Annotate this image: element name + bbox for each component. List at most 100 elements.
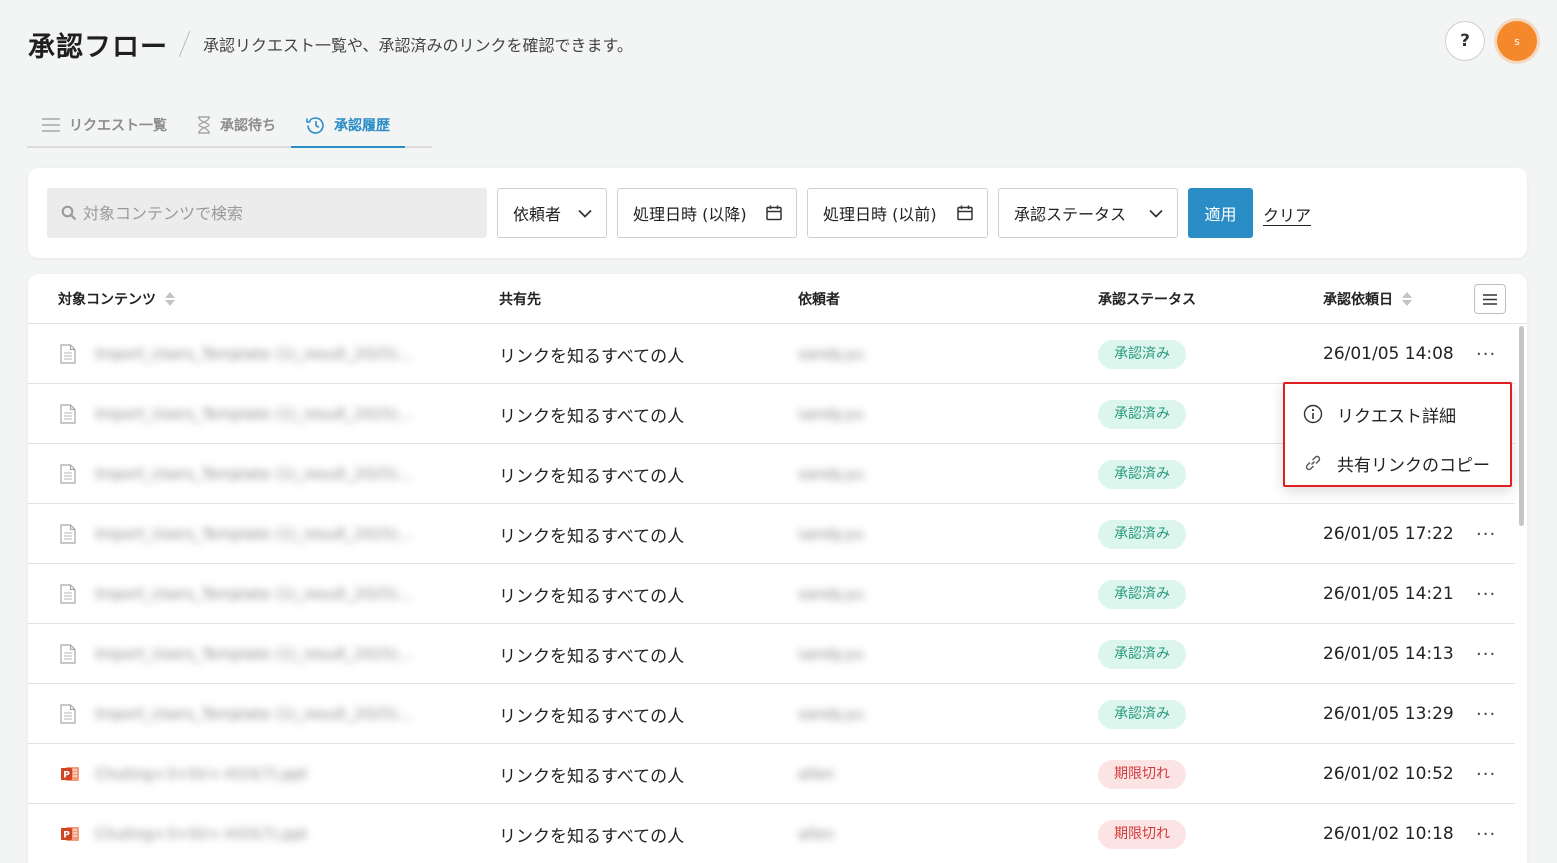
requested-date: 26/01/02 10:52 (1323, 764, 1454, 784)
table-row[interactable]: P Chuting+3+SV+-H33(7).ppt リンクを知るすべての人 alle… (28, 744, 1515, 804)
calendar-icon (957, 205, 973, 221)
column-header-label: 依頼者 (798, 292, 840, 308)
history-icon (306, 117, 324, 134)
table-row[interactable]: Import_Users_Template (1)_result_2025)… リ… (28, 504, 1515, 564)
page-subtitle: 承認リクエスト一覧や、承認済みのリンクを確認できます。 (203, 36, 633, 55)
requested-date: 26/01/02 10:18 (1323, 824, 1454, 844)
share-target: リンクを知るすべての人 (499, 346, 685, 367)
requested-date: 26/01/05 14:21 (1323, 584, 1454, 604)
status-cell: 承認済み (1098, 384, 1186, 444)
status-badge: 承認済み (1098, 639, 1186, 669)
apply-button[interactable]: 適用 (1188, 188, 1253, 238)
table-row[interactable]: Import_Users_Template (1)_result_2025)… リ… (28, 684, 1515, 744)
tab-label: リクエスト一覧 (69, 118, 167, 134)
share-target: リンクを知るすべての人 (499, 466, 685, 487)
avatar[interactable]: s (1497, 21, 1537, 61)
share-target: リンクを知るすべての人 (499, 646, 685, 667)
more-actions-button[interactable]: ··· (1476, 804, 1496, 863)
sort-icon[interactable] (1401, 291, 1413, 307)
powerpoint-file-icon: P (60, 764, 80, 788)
date-after-label: 処理日時 (以降) (633, 205, 747, 224)
more-actions-button[interactable]: ··· (1476, 684, 1496, 744)
column-header-content[interactable]: 対象コンテンツ (58, 274, 176, 324)
more-actions-button[interactable]: ··· (1476, 564, 1496, 624)
date-before-label: 処理日時 (以前) (823, 205, 937, 224)
hourglass-icon (198, 116, 210, 134)
content-name[interactable]: Import_Users_Template (1)_result_2025)… (95, 444, 413, 504)
requester-name: sandy.yu (798, 705, 864, 723)
tab-request-list[interactable]: リクエスト一覧 (27, 104, 182, 146)
table-row[interactable]: Import_Users_Template (1)_result_2025)… リ… (28, 324, 1515, 384)
calendar-icon (766, 205, 782, 221)
requester-name: sandy.yu (798, 345, 864, 363)
document-file-icon (60, 464, 76, 488)
more-actions-button[interactable]: ··· (1476, 744, 1496, 804)
content-name[interactable]: Import_Users_Template (1)_result_2025)… (95, 504, 413, 564)
content-name[interactable]: Chuting+3+SV+-H33(7).ppt (95, 804, 307, 863)
filter-panel: 依頼者 処理日時 (以降) 処理日時 (以前) 承認ステータス 適用 クリア (28, 168, 1527, 258)
requester-name: sandy.yu (798, 465, 864, 483)
status-cell: 承認済み (1098, 504, 1186, 564)
column-header-requested-date[interactable]: 承認依頼日 (1323, 274, 1413, 324)
status-cell: 期限切れ (1098, 804, 1186, 863)
tab-approval-history[interactable]: 承認履歴 (291, 104, 405, 148)
requester-filter-label: 依頼者 (513, 205, 562, 224)
date-before-filter[interactable]: 処理日時 (以前) (807, 188, 988, 238)
status-badge: 期限切れ (1098, 819, 1186, 849)
document-file-icon (60, 704, 76, 728)
content-name[interactable]: Import_Users_Template (1)_result_2025)… (95, 564, 413, 624)
share-target: リンクを知るすべての人 (499, 826, 685, 847)
sort-icon[interactable] (164, 291, 176, 307)
avatar-initial: s (1514, 34, 1520, 48)
svg-text:P: P (63, 831, 70, 841)
search-input[interactable] (83, 203, 463, 223)
page-header: 承認フロー 承認リクエスト一覧や、承認済みのリンクを確認できます。 (28, 24, 633, 64)
status-filter-dropdown[interactable]: 承認ステータス (998, 188, 1178, 238)
page-title: 承認フロー (28, 31, 168, 63)
status-badge: 期限切れ (1098, 759, 1186, 789)
table-row[interactable]: Import_Users_Template (1)_result_2025)… リ… (28, 564, 1515, 624)
tab-pending-approval[interactable]: 承認待ち (182, 104, 291, 146)
status-cell: 承認済み (1098, 324, 1186, 384)
content-name[interactable]: Chuting+3+SV+-H33(7).ppt (95, 744, 307, 804)
requester-name: allen (798, 825, 835, 843)
powerpoint-file-icon: P (60, 824, 80, 848)
status-badge: 承認済み (1098, 399, 1186, 429)
status-cell: 承認済み (1098, 684, 1186, 744)
clear-link[interactable]: クリア (1263, 202, 1311, 226)
menu-item-label: 共有リンクのコピー (1337, 455, 1490, 476)
column-settings-button[interactable] (1474, 284, 1506, 314)
status-cell: 承認済み (1098, 444, 1186, 504)
help-button[interactable]: ? (1445, 21, 1485, 61)
tab-label: 承認待ち (220, 118, 276, 134)
share-target: リンクを知るすべての人 (499, 766, 685, 787)
document-file-icon (60, 344, 76, 368)
table-row[interactable]: P Chuting+3+SV+-H33(7).ppt リンクを知るすべての人 alle… (28, 804, 1515, 863)
more-actions-button[interactable]: ··· (1476, 324, 1496, 384)
chevron-down-icon (1149, 209, 1163, 218)
requested-date: 26/01/05 13:29 (1323, 704, 1454, 724)
search-box[interactable] (47, 188, 487, 238)
date-after-filter[interactable]: 処理日時 (以降) (617, 188, 797, 238)
more-actions-button[interactable]: ··· (1476, 624, 1496, 684)
more-actions-button[interactable]: ··· (1476, 504, 1496, 564)
content-name[interactable]: Import_Users_Template (1)_result_2025)… (95, 324, 413, 384)
link-icon (1305, 455, 1321, 471)
content-name[interactable]: Import_Users_Template (1)_result_2025)… (95, 684, 413, 744)
tab-label: 承認履歴 (334, 118, 390, 134)
column-header-label: 承認ステータス (1098, 292, 1196, 308)
document-file-icon (60, 644, 76, 668)
share-target: リンクを知るすべての人 (499, 526, 685, 547)
table-row[interactable]: Import_Users_Template (1)_result_2025)… リ… (28, 624, 1515, 684)
column-header-label: 対象コンテンツ (58, 292, 156, 308)
row-context-menu: リクエスト詳細 共有リンクのコピー (1283, 382, 1512, 487)
content-name[interactable]: Import_Users_Template (1)_result_2025)… (95, 384, 413, 444)
menu-item-request-details[interactable]: リクエスト詳細 (1303, 399, 1456, 429)
list-icon (42, 118, 60, 132)
requester-filter-dropdown[interactable]: 依頼者 (497, 188, 607, 238)
title-divider (178, 30, 191, 58)
menu-item-copy-share-link[interactable]: 共有リンクのコピー (1303, 448, 1490, 478)
scrollbar-thumb[interactable] (1519, 326, 1524, 526)
content-name[interactable]: Import_Users_Template (1)_result_2025)… (95, 624, 413, 684)
status-cell: 期限切れ (1098, 744, 1186, 804)
